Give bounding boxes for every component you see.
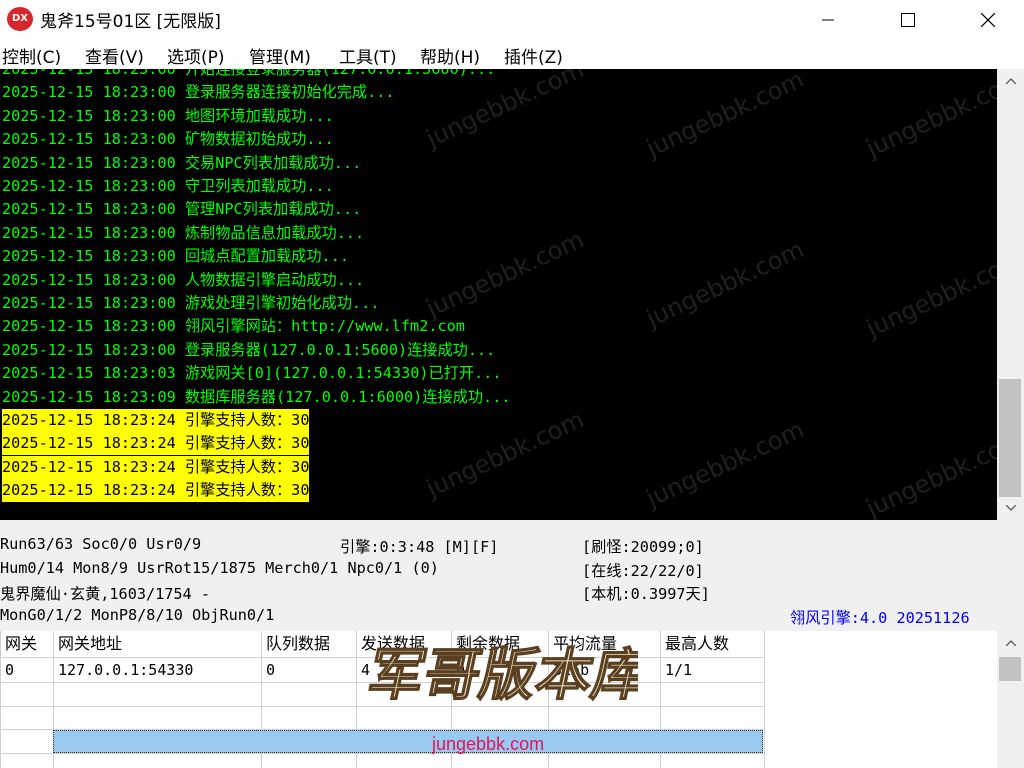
scroll-down-button[interactable] [997, 498, 1024, 518]
title-bar: DX 鬼斧15号01区 [无限版] [0, 0, 1024, 39]
log-line: 2025-12-15 18:23:00 游戏处理引擎初始化成功... [2, 294, 380, 312]
log-line: 2025-12-15 18:23:24 引擎支持人数：30 [2, 479, 310, 503]
log-line: 2025-12-15 18:23:00 登录服务器连接初始化完成... [2, 83, 395, 102]
status-mon: MonG0/1/2 MonP8/8/10 ObjRun0/1 [0, 606, 275, 624]
chevron-down-icon [1005, 505, 1016, 511]
watermark-logo-text: 军哥版本库 [368, 643, 638, 708]
log-line: 2025-12-15 18:23:24 引擎支持人数：30 [2, 455, 310, 479]
log-line: 2025-12-15 18:23:00 炼制物品信息加载成功... [2, 223, 365, 242]
table-cell: 1/1 [665, 661, 693, 679]
status-map: 鬼界魔仙·玄黄,1603/1754 - [0, 585, 210, 603]
scroll-thumb[interactable] [999, 379, 1021, 497]
log-line: 2025-12-15 18:23:24 引擎支持人数：30 [2, 409, 310, 432]
menu-help[interactable]: 帮助(H) [420, 43, 480, 68]
app-icon[interactable]: DX [7, 7, 33, 31]
minimize-button[interactable] [800, 0, 856, 39]
selected-row[interactable] [53, 730, 763, 753]
column-header-address[interactable]: 网关地址 [53, 631, 261, 656]
minimize-icon [822, 19, 834, 20]
close-button[interactable] [960, 0, 1016, 39]
window-title: 鬼斧15号01区 [无限版] [40, 12, 221, 32]
maximize-icon [901, 12, 915, 27]
table-scrollbar[interactable] [997, 631, 1024, 768]
log-line: 2025-12-15 18:23:00 登录服务器(127.0.0.1:5600… [2, 340, 496, 359]
log-line: 2025-12-15 18:23:00 人物数据引擎启动成功... [2, 270, 365, 289]
log-line: 2025-12-15 18:23:00 翎风引擎网站：http://www.lf… [2, 317, 465, 336]
status-hum: Hum0/14 Mon8/9 UsrRot15/1875 Merch0/1 Np… [0, 559, 439, 577]
status-uptime: [本机:0.3997天] [582, 585, 710, 603]
table-cell: 127.0.0.1:54330 [58, 661, 194, 679]
column-header-gateway[interactable]: 网关 [0, 631, 53, 656]
close-icon [981, 12, 995, 27]
menu-view[interactable]: 查看(V) [85, 43, 144, 68]
log-line: 2025-12-15 18:23:00 交易NPC列表加载成功... [2, 153, 362, 172]
table-cell: 0 [266, 661, 276, 679]
log-line: 2025-12-15 18:23:00 回城点配置加载成功... [2, 247, 349, 266]
chevron-up-icon [1005, 78, 1016, 84]
chevron-up-icon [1005, 640, 1016, 646]
log-scrollbar[interactable] [997, 69, 1024, 520]
column-header-queue[interactable]: 队列数据 [261, 631, 356, 656]
table-cell: 0 [5, 661, 15, 679]
status-panel: Run63/63 Soc0/0 Usr0/9 引擎:0:3:48 [M][F] … [0, 520, 1024, 631]
log-line: 2025-12-15 18:23:03 游戏网关[0](127.0.0.1:54… [2, 364, 502, 383]
status-version: 翎风引擎:4.0 20251126 [790, 609, 970, 627]
status-engine-time: 引擎:0:3:48 [M][F] [340, 538, 499, 556]
watermark-logo: 军哥版本库 [368, 642, 638, 709]
menu-options[interactable]: 选项(P) [167, 43, 225, 68]
maximize-button[interactable] [880, 0, 936, 39]
menu-bar: 控制(C) 查看(V) 选项(P) 管理(M) 工具(T) 帮助(H) 插件(Z… [0, 39, 1024, 69]
log-line: 2025-12-15 18:23:09 数据库服务器(127.0.0.1:600… [2, 387, 511, 406]
scroll-up-button[interactable] [997, 633, 1024, 653]
menu-control[interactable]: 控制(C) [2, 43, 61, 68]
menu-plugins[interactable]: 插件(Z) [504, 43, 563, 68]
status-online: [在线:22/22/0] [582, 562, 704, 580]
log-line: 2025-12-15 18:23:00 矿物数据初始成功... [2, 130, 334, 149]
scroll-up-button[interactable] [997, 71, 1024, 91]
log-console[interactable]: 2025-12-15 18:23:00 开始连接登录服务器(127.0.0.1:… [0, 69, 997, 520]
log-line: 2025-12-15 18:23:00 开始连接登录服务器(127.0.0.1:… [2, 69, 496, 78]
status-run: Run63/63 Soc0/0 Usr0/9 [0, 535, 202, 553]
log-line: 2025-12-15 18:23:00 守卫列表加载成功... [2, 177, 334, 195]
log-line: 2025-12-15 18:23:00 管理NPC列表加载成功... [2, 200, 362, 219]
column-header-max-users[interactable]: 最高人数 [660, 631, 764, 656]
log-line: 2025-12-15 18:23:00 地图环境加载成功... [2, 106, 334, 125]
status-refresh: [刷怪:20099;0] [582, 538, 704, 556]
watermark-site: jungebbk.com [432, 734, 545, 754]
menu-tools[interactable]: 工具(T) [339, 43, 397, 68]
menu-manage[interactable]: 管理(M) [249, 43, 311, 68]
scroll-thumb[interactable] [999, 657, 1021, 681]
log-line: 2025-12-15 18:23:24 引擎支持人数：30 [2, 432, 310, 456]
